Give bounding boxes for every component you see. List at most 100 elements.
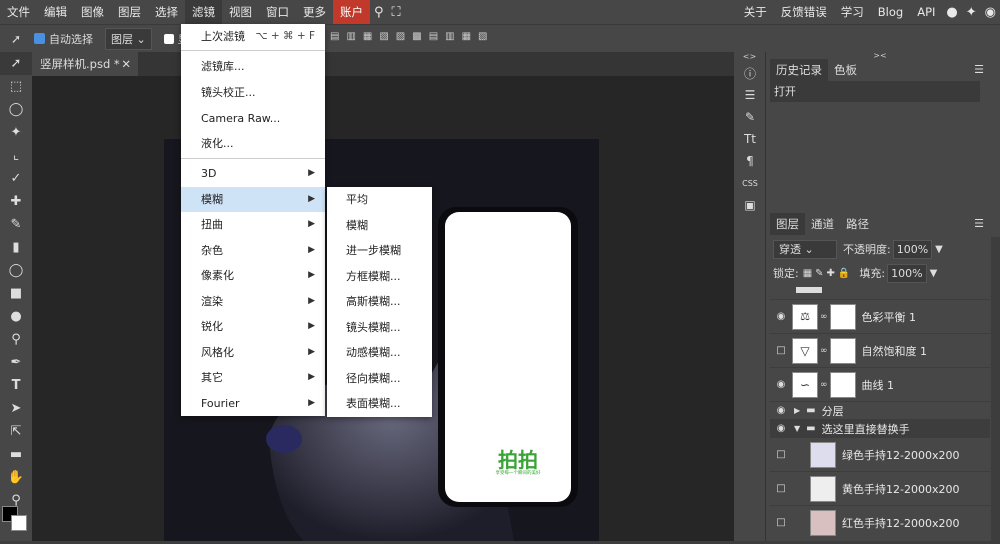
blend-mode-dropdown[interactable]: 穿透 ⌄ xyxy=(773,239,837,259)
submenu-item-lens-blur[interactable]: 镜头模糊... xyxy=(327,315,432,341)
menu-filter[interactable]: 滤镜 xyxy=(185,0,222,24)
css-icon[interactable]: CSS xyxy=(734,172,766,194)
info-icon[interactable]: ⓘ xyxy=(734,62,766,84)
submenu-item-blur-more[interactable]: 进一步模糊 xyxy=(327,238,432,264)
blur-tool-icon[interactable]: ● xyxy=(0,305,32,328)
panel-menu-icon[interactable]: ☰ xyxy=(968,59,990,81)
type-tool-icon[interactable]: T xyxy=(0,374,32,397)
tab-layers[interactable]: 图层 xyxy=(770,213,805,235)
menu-item-sharpen[interactable]: 锐化 ▶ xyxy=(181,314,325,339)
menu-item-render[interactable]: 渲染 ▶ xyxy=(181,289,325,314)
properties-icon[interactable]: ☰ xyxy=(734,84,766,106)
visibility-off-box[interactable]: □ xyxy=(770,449,792,460)
menu-more[interactable]: 更多 xyxy=(296,0,333,24)
link-about[interactable]: 关于 xyxy=(737,0,774,24)
submenu-item-gaussian-blur[interactable]: 高斯模糊... xyxy=(327,289,432,315)
fullscreen-icon[interactable]: ⛶ xyxy=(388,5,405,20)
menu-item-other[interactable]: 其它 ▶ xyxy=(181,365,325,390)
facebook-icon[interactable]: ◉ xyxy=(981,5,1000,20)
opacity-input[interactable]: 100% xyxy=(892,239,933,259)
fill-arrow-icon[interactable]: ▼ xyxy=(930,268,938,279)
layer-row[interactable]: ◉ ∽ ∞ 曲线 1 xyxy=(770,367,990,401)
layer-row[interactable]: □ 绿色手持12-2000x200 xyxy=(770,437,990,471)
document-tab[interactable]: 竖屏样机.psd * ✕ xyxy=(32,52,138,76)
collapse-arrows-icon[interactable]: <> xyxy=(734,52,765,62)
clone-stamp-icon[interactable]: ▮ xyxy=(0,236,32,259)
link-api[interactable]: API xyxy=(910,0,942,24)
menu-item-camera-raw[interactable]: Camera Raw... xyxy=(181,106,325,131)
menu-view[interactable]: 视图 xyxy=(222,0,259,24)
chevron-right-icon[interactable]: ▶ xyxy=(794,406,800,415)
crop-tool-icon[interactable]: ⌞ xyxy=(0,144,32,167)
brush-tool-icon[interactable]: ✎ xyxy=(0,213,32,236)
auto-select-checkbox[interactable] xyxy=(34,33,45,44)
layers-scrollbar[interactable] xyxy=(991,237,1000,541)
link-feedback[interactable]: 反馈错误 xyxy=(774,0,834,24)
opacity-arrow-icon[interactable]: ▼ xyxy=(935,244,943,255)
panel-menu-icon[interactable]: ☰ xyxy=(968,213,990,235)
menu-item-fourier[interactable]: Fourier ▶ xyxy=(181,391,325,416)
visibility-off-box[interactable]: □ xyxy=(770,517,792,528)
menu-file[interactable]: 文件 xyxy=(0,0,37,24)
submenu-item-average[interactable]: 平均 xyxy=(327,187,432,213)
brush-settings-icon[interactable]: ✎ xyxy=(734,106,766,128)
menu-item-liquify[interactable]: 液化... xyxy=(181,131,325,156)
visibility-off-box[interactable]: □ xyxy=(770,345,792,356)
eye-icon[interactable]: ◉ xyxy=(770,379,792,390)
visibility-off-box[interactable]: □ xyxy=(770,483,792,494)
menu-item-lens-correction[interactable]: 镜头校正... xyxy=(181,80,325,105)
layer-row[interactable]: □ 红色手持12-2000x200 xyxy=(770,505,990,539)
eye-icon[interactable]: ◉ xyxy=(770,405,792,416)
layer-select-dropdown[interactable]: 图层 ⌄ xyxy=(105,27,152,50)
menu-window[interactable]: 窗口 xyxy=(259,0,296,24)
marquee-tool-icon[interactable]: ⬚ xyxy=(0,75,32,98)
submenu-item-box-blur[interactable]: 方框模糊... xyxy=(327,264,432,290)
move-tool-icon[interactable]: ➚ xyxy=(0,52,32,75)
history-item[interactable]: 打开 xyxy=(770,81,980,102)
submenu-item-radial-blur[interactable]: 径向模糊... xyxy=(327,366,432,392)
tab-swatches[interactable]: 色板 xyxy=(828,59,863,81)
tab-paths[interactable]: 路径 xyxy=(840,213,875,235)
direct-select-icon[interactable]: ⇱ xyxy=(0,420,32,443)
lasso-tool-icon[interactable]: ◯ xyxy=(0,98,32,121)
lock-icons[interactable]: ▦✎✚🔒 xyxy=(803,268,854,279)
menu-item-filter-gallery[interactable]: 滤镜库... xyxy=(181,54,325,79)
submenu-item-motion-blur[interactable]: 动感模糊... xyxy=(327,340,432,366)
layer-row[interactable]: ◉ ⚖ ∞ 色彩平衡 1 xyxy=(770,299,990,333)
menu-layer[interactable]: 图层 xyxy=(111,0,148,24)
paragraph-icon[interactable]: ¶ xyxy=(734,150,766,172)
show-transform-checkbox[interactable] xyxy=(163,33,174,44)
menu-item-stylize[interactable]: 风格化 ▶ xyxy=(181,340,325,365)
menu-edit[interactable]: 编辑 xyxy=(37,0,74,24)
shape-tool-icon[interactable]: ▬ xyxy=(0,443,32,466)
menu-item-pixelate[interactable]: 像素化 ▶ xyxy=(181,263,325,288)
healing-brush-icon[interactable]: ✚ xyxy=(0,190,32,213)
magic-wand-icon[interactable]: ✦ xyxy=(0,121,32,144)
layer-row[interactable]: □ ▽ ∞ 自然饱和度 1 xyxy=(770,333,990,367)
layer-row[interactable]: □ 黄色手持12-2000x200 xyxy=(770,471,990,505)
menu-image[interactable]: 图像 xyxy=(74,0,111,24)
menu-item-last-filter[interactable]: 上次滤镜 ⌥ + ⌘ + F xyxy=(181,24,325,49)
character-icon[interactable]: Tt xyxy=(734,128,766,150)
submenu-item-blur[interactable]: 模糊 xyxy=(327,213,432,239)
menu-item-distort[interactable]: 扭曲 ▶ xyxy=(181,212,325,237)
path-select-icon[interactable]: ➤ xyxy=(0,397,32,420)
tab-history[interactable]: 历史记录 xyxy=(770,59,828,81)
layer-group-row[interactable]: ◉ ▼ ▬ 选这里直接替换手 xyxy=(770,419,990,437)
search-icon[interactable]: ⚲ xyxy=(370,5,388,20)
menu-item-3d[interactable]: 3D ▶ xyxy=(181,161,325,186)
dodge-tool-icon[interactable]: ⚲ xyxy=(0,328,32,351)
link-blog[interactable]: Blog xyxy=(871,0,910,24)
eye-icon[interactable]: ◉ xyxy=(770,423,792,434)
submenu-item-surface-blur[interactable]: 表面模糊... xyxy=(327,391,432,417)
pen-tool-icon[interactable]: ✒ xyxy=(0,351,32,374)
link-learn[interactable]: 学习 xyxy=(834,0,871,24)
image-icon[interactable]: ▣ xyxy=(734,194,766,216)
background-color-swatch[interactable] xyxy=(11,515,27,531)
tab-channels[interactable]: 通道 xyxy=(805,213,840,235)
menu-item-noise[interactable]: 杂色 ▶ xyxy=(181,238,325,263)
align-icons[interactable]: ▤▥▦▧▨▩▤▥▦▧ xyxy=(330,31,494,42)
menu-account[interactable]: 账户 xyxy=(333,0,370,24)
layer-group-row[interactable]: ◉ ▶ ▬ 分层 xyxy=(770,401,990,419)
eraser-tool-icon[interactable]: ◯ xyxy=(0,259,32,282)
